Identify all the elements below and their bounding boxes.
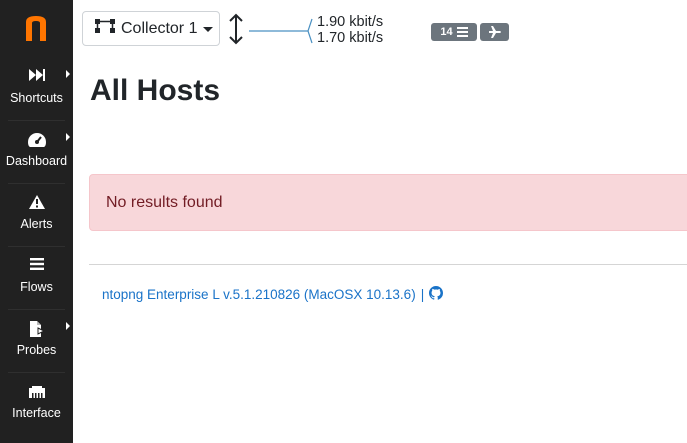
collector-dropdown[interactable]: Collector 1 xyxy=(82,11,220,46)
plane-icon xyxy=(488,26,501,38)
footer-separator: | xyxy=(420,287,425,302)
sidebar-item-dashboard[interactable]: Dashboard xyxy=(0,121,73,183)
upload-rate: 1.90 kbit/s xyxy=(317,14,384,30)
ethernet-icon xyxy=(0,383,73,403)
sidebar-item-label: Dashboard xyxy=(5,154,68,168)
ntopng-logo[interactable] xyxy=(0,0,73,58)
sidebar-item-label: Alerts xyxy=(20,217,53,231)
gauge-icon xyxy=(0,131,73,151)
file-export-icon xyxy=(0,320,73,340)
logo-icon xyxy=(26,16,46,41)
submenu-caret-icon xyxy=(66,133,70,141)
alert-text: No results found xyxy=(106,194,223,211)
collector-label: Collector 1 xyxy=(121,19,198,37)
sidebar-item-label: Flows xyxy=(20,280,53,294)
footer: ntopng Enterprise L v.5.1.210826 (MacOSX… xyxy=(102,286,444,303)
sidebar-item-label: Interface xyxy=(12,406,61,420)
chevron-down-icon xyxy=(203,27,214,32)
sidebar-item-label: Shortcuts xyxy=(10,91,63,105)
plane-badge[interactable] xyxy=(480,23,509,41)
traffic-sparkline xyxy=(248,14,314,49)
flows-count: 14 xyxy=(440,26,453,38)
sidebar-item-probes[interactable]: Probes xyxy=(0,310,73,372)
network-icon xyxy=(95,19,115,38)
bars-icon xyxy=(456,27,468,37)
warning-icon xyxy=(0,194,73,214)
throughput-rates: 1.90 kbit/s 1.70 kbit/s xyxy=(317,14,383,46)
no-results-alert: No results found xyxy=(89,174,687,231)
sidebar-item-shortcuts[interactable]: Shortcuts xyxy=(0,58,73,120)
up-down-arrows-icon xyxy=(228,13,244,50)
submenu-caret-icon xyxy=(66,322,70,330)
active-flows-badge[interactable]: 14 xyxy=(431,23,477,41)
sidebar-item-label: Probes xyxy=(16,343,57,357)
sidebar-item-interface[interactable]: Interface xyxy=(0,373,73,435)
sidebar: Shortcuts Dashboard Alerts Flows Probes xyxy=(0,0,73,443)
fast-forward-icon xyxy=(0,68,73,88)
sidebar-item-flows[interactable]: Flows xyxy=(0,247,73,309)
divider xyxy=(89,264,687,265)
download-rate: 1.70 kbit/s xyxy=(317,30,384,46)
bars-icon xyxy=(0,257,73,277)
github-icon[interactable] xyxy=(429,286,444,303)
version-link[interactable]: ntopng Enterprise L v.5.1.210826 (MacOSX… xyxy=(102,287,416,302)
submenu-caret-icon xyxy=(66,70,70,78)
page-title: All Hosts xyxy=(90,74,221,107)
sidebar-item-alerts[interactable]: Alerts xyxy=(0,184,73,246)
